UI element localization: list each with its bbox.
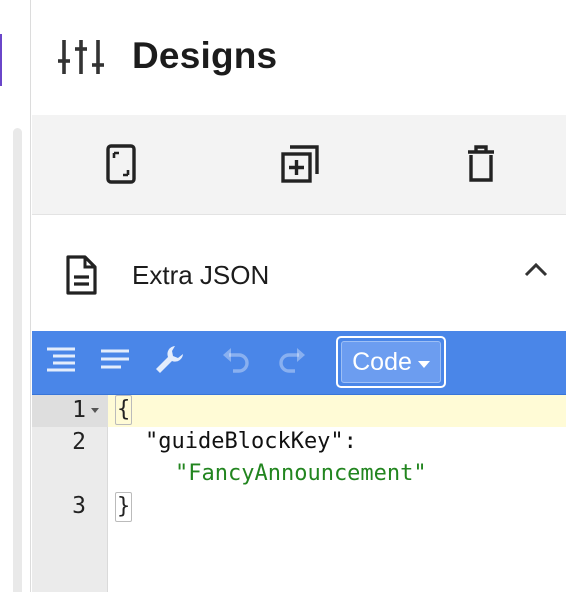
code-line-1: { (115, 395, 133, 425)
line-number: 3 (72, 493, 86, 519)
mode-label: Code (352, 347, 412, 376)
panel-title: Designs (132, 35, 278, 76)
section-label: Extra JSON (132, 260, 270, 290)
active-line-highlight (32, 395, 566, 427)
design-toolbar (32, 115, 566, 215)
designs-panel: Designs Extra JSON Code 1 2 3 {"guideBl… (32, 0, 566, 592)
line-number: 2 (72, 429, 86, 455)
left-scrollbar[interactable] (13, 128, 22, 592)
compact-lines-icon (99, 348, 131, 377)
close-brace: } (115, 492, 133, 522)
undo-icon (219, 345, 251, 380)
chevron-up-icon[interactable] (520, 254, 552, 286)
document-icon (64, 254, 98, 296)
device-preview-button[interactable] (100, 143, 142, 189)
duplicate-button[interactable] (279, 144, 321, 189)
left-panel-accent (0, 34, 2, 86)
code-area[interactable]: 1 2 3 { "guideBlockKey": "FancyAnnouncem… (32, 395, 566, 592)
extra-json-section-header[interactable]: Extra JSON (32, 216, 566, 331)
code-line-3: } (115, 492, 133, 522)
panel-header: Designs (32, 0, 566, 115)
wrench-icon (153, 344, 185, 381)
mode-dropdown[interactable]: Code (336, 336, 446, 388)
open-brace: { (115, 395, 133, 425)
redo-icon (277, 345, 309, 380)
json-editor: Code 1 2 3 { "guideBlockKey": "FancyAnno… (32, 331, 566, 592)
editor-menu-bar: Code (32, 331, 566, 395)
redo-button[interactable] (276, 345, 310, 379)
mode-dropdown-inner: Code (341, 341, 441, 383)
delete-button[interactable] (460, 144, 502, 188)
fold-toggle-icon[interactable] (91, 408, 99, 413)
line-number: 1 (72, 397, 86, 423)
json-key: "guideBlockKey": (145, 429, 357, 454)
format-indent-icon (45, 346, 77, 379)
mobile-device-icon (106, 143, 136, 189)
sliders-icon (58, 36, 104, 78)
compact-button[interactable] (98, 345, 132, 379)
undo-button[interactable] (218, 345, 252, 379)
add-copy-icon (280, 144, 320, 189)
caret-down-icon (417, 360, 430, 368)
json-string-value: "FancyAnnouncement" (175, 461, 427, 486)
format-button[interactable] (44, 345, 78, 379)
repair-button[interactable] (152, 345, 186, 379)
trash-icon (466, 144, 496, 188)
